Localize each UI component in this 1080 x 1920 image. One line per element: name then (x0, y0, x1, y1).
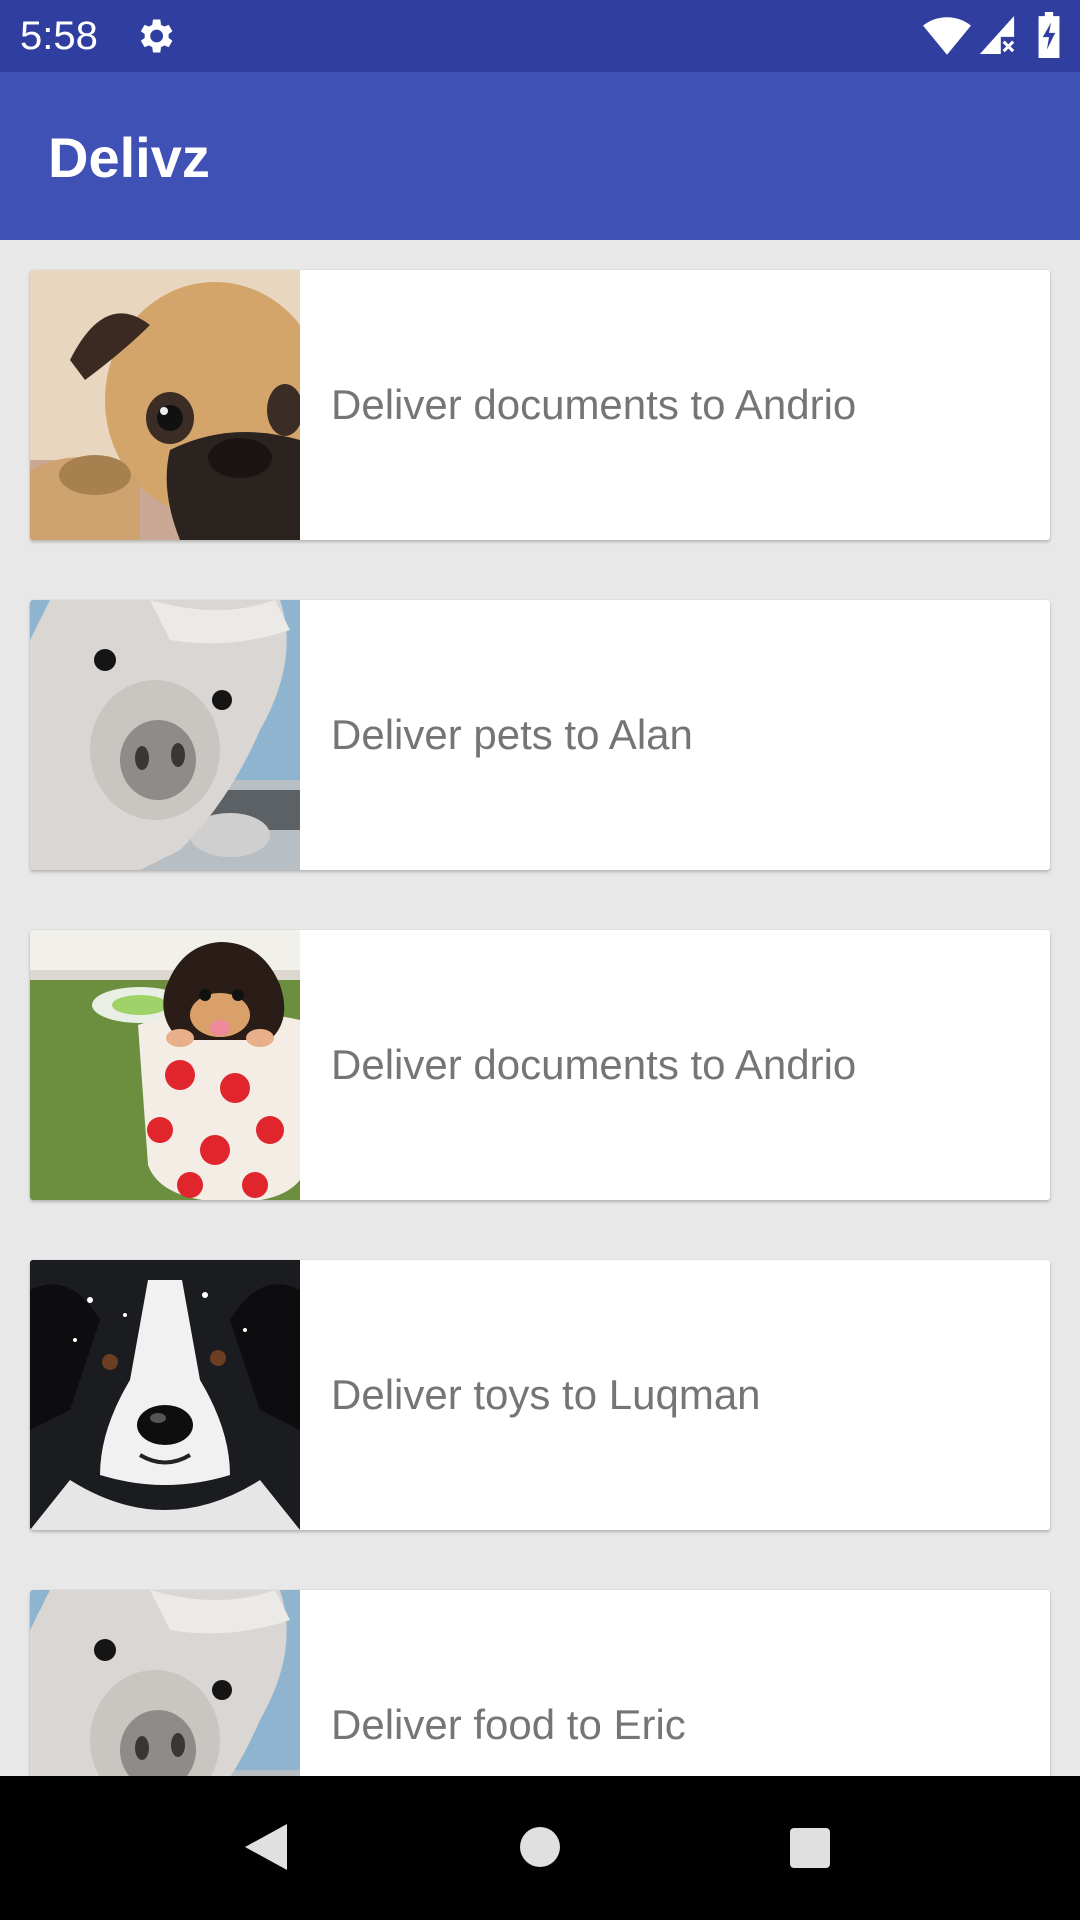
delivery-card[interactable]: Deliver toys to Luqman (30, 1260, 1050, 1530)
back-icon[interactable] (243, 1822, 289, 1872)
border-collie-photo (30, 1260, 300, 1530)
delivery-label: Deliver food to Eric (331, 1701, 686, 1748)
home-icon[interactable] (519, 1826, 561, 1868)
alpaca-photo (30, 1590, 300, 1776)
delivery-label: Deliver pets to Alan (331, 711, 693, 758)
status-time: 5:58 (20, 14, 98, 58)
puppy-in-cup-photo (30, 930, 300, 1200)
delivery-card[interactable]: Deliver food to Eric (30, 1590, 1050, 1776)
delivery-label: Deliver toys to Luqman (331, 1371, 761, 1418)
pug-photo (30, 270, 300, 540)
app-title: Delivz (48, 126, 210, 189)
recent-apps-icon[interactable] (788, 1826, 832, 1870)
delivery-card[interactable]: Deliver documents to Andrio (30, 270, 1050, 540)
wifi-icon (923, 17, 971, 55)
app-bar: Delivz (0, 72, 1080, 240)
delivery-label: Deliver documents to Andrio (331, 1041, 857, 1088)
delivery-card[interactable]: Deliver pets to Alan (30, 600, 1050, 870)
gear-icon (140, 19, 173, 53)
delivery-label: Deliver documents to Andrio (331, 381, 857, 428)
alpaca-photo (30, 600, 300, 870)
delivery-list[interactable]: Deliver documents to Andrio Deliver pets… (0, 240, 1080, 1776)
signal-icon (979, 16, 1015, 54)
status-bar: 5:58 (0, 0, 1080, 72)
battery-charging-icon (1038, 12, 1060, 58)
delivery-card[interactable]: Deliver documents to Andrio (30, 930, 1050, 1200)
